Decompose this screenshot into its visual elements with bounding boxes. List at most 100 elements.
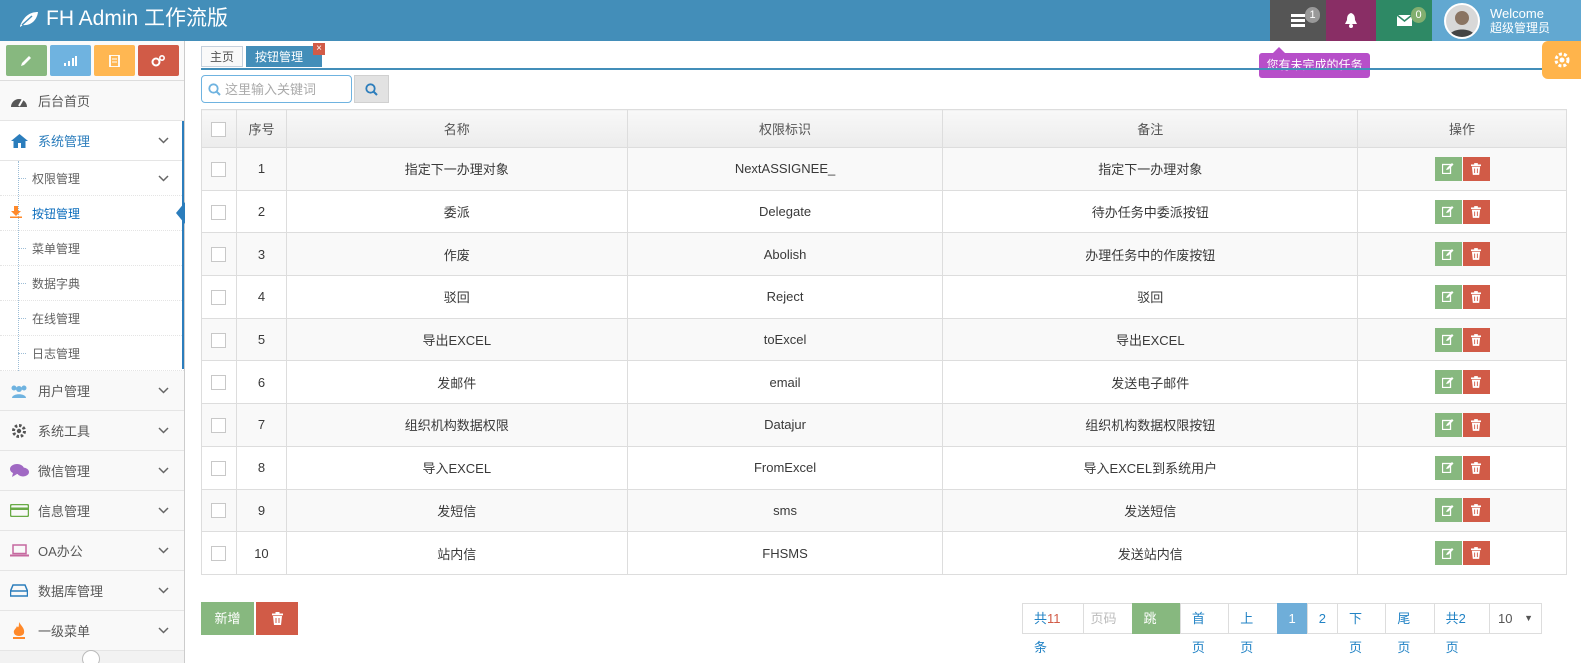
edit-button[interactable] [1434, 284, 1462, 309]
row-checkbox[interactable] [211, 546, 227, 562]
delete-button[interactable] [1462, 455, 1490, 480]
cell-note: 指定下一办理对象 [942, 147, 1359, 191]
sidebar-subitem-online[interactable]: 在线管理 [0, 301, 184, 336]
edit-icon [1442, 334, 1454, 346]
batch-delete-button[interactable] [256, 602, 298, 635]
sidebar-subitem-menu[interactable]: 菜单管理 [0, 231, 184, 266]
trash-icon [1471, 290, 1482, 303]
edit-button[interactable] [1434, 242, 1462, 267]
sidebar-shortcuts [0, 41, 184, 81]
tab-button-management[interactable]: 按钮管理 × [246, 43, 326, 67]
user-menu[interactable]: Welcome 超级管理员 [1432, 0, 1581, 41]
row-checkbox[interactable] [211, 418, 227, 433]
sidebar-item-database[interactable]: 数据库管理 [0, 571, 184, 611]
delete-button[interactable] [1462, 156, 1490, 181]
edit-button[interactable] [1434, 541, 1462, 566]
trash-icon [1471, 333, 1482, 346]
last-page-link[interactable]: 尾页 [1385, 603, 1435, 655]
edit-button[interactable] [1434, 370, 1462, 395]
main-content: 主页 按钮管理 × 序号 名称 权限标识 备注 操作 1指定下一办理对象Next… [186, 41, 1567, 663]
first-page-link[interactable]: 首页 [1179, 603, 1230, 655]
trash-icon [271, 612, 283, 625]
edit-button[interactable] [1434, 156, 1462, 181]
page-number-input[interactable]: 页码 [1083, 603, 1133, 634]
settings-toggle[interactable] [1542, 41, 1581, 79]
sidebar-item-users[interactable]: 用户管理 [0, 371, 184, 411]
bell-icon [1345, 13, 1357, 28]
sidebar-item-wechat[interactable]: 微信管理 [0, 451, 184, 491]
column-header[interactable]: 备注 [942, 109, 1359, 148]
sidebar-item-level1[interactable]: 一级菜单 [0, 611, 184, 651]
pencil-icon [21, 55, 31, 66]
row-checkbox[interactable] [211, 204, 227, 220]
delete-button[interactable] [1462, 327, 1490, 352]
notifications-button[interactable] [1326, 0, 1376, 41]
cell-name: 驳回 [285, 275, 628, 319]
tab-home[interactable]: 主页 [201, 46, 244, 67]
sidebar-item-home[interactable]: 后台首页 [0, 81, 184, 121]
cell-key: FromExcel [626, 445, 944, 490]
edit-button[interactable] [1434, 455, 1462, 480]
edit-button[interactable] [1434, 327, 1462, 352]
sidebar-item-oa[interactable]: OA办公 [0, 531, 184, 571]
shortcut-chart-button[interactable] [49, 45, 91, 76]
sidebar-collapse-button[interactable] [82, 650, 100, 663]
sidebar-item-info[interactable]: 信息管理 [0, 491, 184, 531]
sidebar-item-label: 数据库管理 [38, 584, 104, 599]
sidebar-subitem-dictionary[interactable]: 数据字典 [0, 266, 184, 301]
sidebar-subitem-permission[interactable]: 权限管理 [0, 161, 184, 196]
delete-button[interactable] [1462, 412, 1490, 437]
next-page-link[interactable]: 下页 [1336, 603, 1387, 655]
column-header[interactable]: 名称 [285, 109, 628, 148]
edit-button[interactable] [1434, 199, 1462, 224]
search-input[interactable] [225, 81, 345, 97]
delete-button[interactable] [1462, 370, 1490, 395]
delete-button[interactable] [1462, 242, 1490, 267]
delete-button[interactable] [1462, 498, 1490, 523]
brand[interactable]: FH Admin 工作流版 [18, 6, 228, 32]
cell-no: 8 [235, 445, 287, 490]
table-row: 2 委派 Delegate 待办任务中委派按钮 [201, 189, 1567, 234]
cell-name: 站内信 [285, 531, 628, 575]
row-checkbox[interactable] [211, 332, 227, 348]
column-header[interactable]: 序号 [235, 109, 287, 148]
brand-title: FH Admin 工作流版 [46, 7, 229, 30]
page-size-select[interactable]: 10 ▼ [1488, 603, 1543, 634]
sidebar-item-system[interactable]: 系统管理 [0, 121, 184, 161]
shortcut-edit-button[interactable] [5, 45, 47, 76]
jump-button[interactable]: 跳转 [1131, 603, 1181, 655]
delete-button[interactable] [1462, 199, 1490, 224]
cell-no: 4 [235, 275, 287, 319]
table-row: 10 站内信 FHSMS 发送站内信 [201, 531, 1567, 575]
edit-button[interactable] [1434, 412, 1462, 437]
table-row: 8 导入EXCEL FromExcel 导入EXCEL到系统用户 [201, 445, 1567, 490]
edit-button[interactable] [1434, 498, 1462, 523]
row-checkbox[interactable] [211, 460, 227, 476]
search-button[interactable] [354, 75, 389, 103]
select-all-checkbox[interactable] [211, 121, 227, 137]
prev-page-link[interactable]: 上页 [1228, 603, 1278, 655]
delete-button[interactable] [1462, 541, 1490, 566]
sidebar-item-label: OA办公 [38, 544, 83, 559]
row-checkbox[interactable] [211, 161, 227, 177]
cell-note: 驳回 [942, 275, 1359, 319]
close-icon[interactable]: × [313, 43, 326, 55]
row-checkbox[interactable] [211, 247, 227, 263]
sidebar-item-tools[interactable]: 系统工具 [0, 411, 184, 451]
page-link-1[interactable]: 1 [1276, 603, 1308, 634]
messages-button[interactable]: 0 [1376, 0, 1432, 41]
row-checkbox[interactable] [211, 503, 227, 519]
page-link-2[interactable]: 2 [1306, 603, 1338, 634]
user-welcome: Welcome [1490, 5, 1544, 21]
add-button[interactable]: 新增 [201, 602, 254, 635]
sidebar-subitem-buttons[interactable]: 按钮管理 [0, 196, 185, 231]
shortcut-settings-button[interactable] [137, 45, 179, 76]
tasks-button[interactable]: 1 [1270, 0, 1326, 41]
row-select-cell [201, 317, 237, 362]
shortcut-book-button[interactable] [93, 45, 135, 76]
row-checkbox[interactable] [211, 289, 227, 305]
column-header[interactable]: 权限标识 [626, 109, 944, 148]
delete-button[interactable] [1462, 284, 1490, 309]
sidebar-subitem-log[interactable]: 日志管理 [0, 336, 184, 371]
row-checkbox[interactable] [211, 375, 227, 391]
